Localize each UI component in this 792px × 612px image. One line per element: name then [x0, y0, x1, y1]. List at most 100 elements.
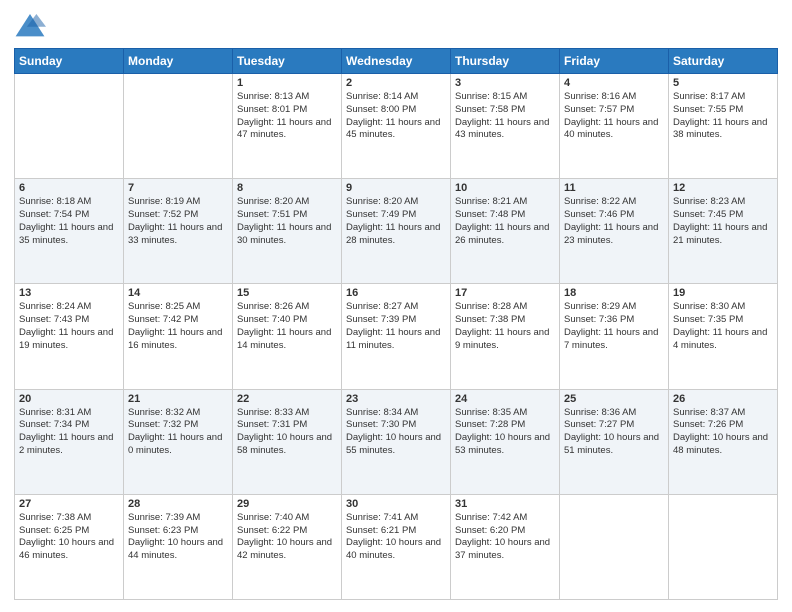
calendar-cell: 5Sunrise: 8:17 AMSunset: 7:55 PMDaylight…	[669, 74, 778, 179]
calendar-cell: 19Sunrise: 8:30 AMSunset: 7:35 PMDayligh…	[669, 284, 778, 389]
day-info: Daylight: 11 hours and 4 minutes.	[673, 327, 773, 353]
calendar-cell: 3Sunrise: 8:15 AMSunset: 7:58 PMDaylight…	[451, 74, 560, 179]
day-info: Daylight: 11 hours and 47 minutes.	[237, 117, 337, 143]
day-info: Sunset: 7:48 PM	[455, 209, 555, 222]
day-number: 31	[455, 498, 555, 510]
calendar-cell: 16Sunrise: 8:27 AMSunset: 7:39 PMDayligh…	[342, 284, 451, 389]
calendar-cell: 4Sunrise: 8:16 AMSunset: 7:57 PMDaylight…	[560, 74, 669, 179]
day-info: Sunset: 7:26 PM	[673, 419, 773, 432]
calendar-week-1: 1Sunrise: 8:13 AMSunset: 8:01 PMDaylight…	[15, 74, 778, 179]
calendar-cell: 7Sunrise: 8:19 AMSunset: 7:52 PMDaylight…	[124, 179, 233, 284]
day-info: Daylight: 10 hours and 46 minutes.	[19, 537, 119, 563]
calendar-week-3: 13 Sunrise: 8:24 AMSunset: 7:43 PM Dayligh…	[15, 284, 778, 389]
day-info: Sunrise: 8:21 AM	[455, 196, 555, 209]
day-info: Sunrise: 8:28 AM	[455, 301, 555, 314]
day-info: Sunrise: 8:31 AM	[19, 407, 119, 420]
day-number: 6	[19, 182, 119, 194]
day-info: Sunrise: 8:13 AM	[237, 91, 337, 104]
calendar-header-row: SundayMondayTuesdayWednesdayThursdayFrid…	[15, 49, 778, 74]
day-info: Sunset: 7:36 PM	[564, 314, 664, 327]
day-number: 9	[346, 182, 446, 194]
day-info: Daylight: 11 hours and 14 minutes.	[237, 327, 337, 353]
calendar-header-sunday: Sunday	[15, 49, 124, 74]
calendar-cell: 31 Sunrise: 7:42 AMSunset: 6:20 PMDayligh…	[451, 494, 560, 599]
calendar-header-thursday: Thursday	[451, 49, 560, 74]
day-info: Sunrise: 8:24 AM	[19, 301, 119, 314]
day-info: Sunrise: 8:18 AM	[19, 196, 119, 209]
day-number: 28	[128, 498, 228, 510]
header	[14, 12, 778, 40]
calendar-table: SundayMondayTuesdayWednesdayThursdayFrid…	[14, 48, 778, 600]
day-info: Sunset: 7:43 PM	[19, 314, 119, 327]
calendar-cell: 17Sunrise: 8:28 AMSunset: 7:38 PMDayligh…	[451, 284, 560, 389]
calendar-cell: 29 Sunrise: 7:40 AMSunset: 6:22 PMDayligh…	[233, 494, 342, 599]
day-info: Sunrise: 7:38 AM	[19, 512, 119, 525]
day-number: 13	[19, 287, 119, 299]
day-info: Sunrise: 8:35 AM	[455, 407, 555, 420]
day-info: Sunset: 7:32 PM	[128, 419, 228, 432]
calendar-cell	[560, 494, 669, 599]
page: SundayMondayTuesdayWednesdayThursdayFrid…	[0, 0, 792, 612]
day-info: Sunrise: 8:25 AM	[128, 301, 228, 314]
calendar-header-wednesday: Wednesday	[342, 49, 451, 74]
day-number: 12	[673, 182, 773, 194]
day-number: 3	[455, 77, 555, 89]
day-info: Sunset: 7:31 PM	[237, 419, 337, 432]
calendar-cell: 15Sunrise: 8:26 AMSunset: 7:40 PMDayligh…	[233, 284, 342, 389]
day-info: Daylight: 10 hours and 40 minutes.	[346, 537, 446, 563]
day-info: Sunset: 7:46 PM	[564, 209, 664, 222]
day-info: Sunrise: 8:16 AM	[564, 91, 664, 104]
calendar-cell: 25Sunrise: 8:36 AMSunset: 7:27 PMDayligh…	[560, 389, 669, 494]
day-number: 11	[564, 182, 664, 194]
day-info: Daylight: 11 hours and 38 minutes.	[673, 117, 773, 143]
day-info: Sunset: 7:38 PM	[455, 314, 555, 327]
day-info: Sunrise: 7:40 AM	[237, 512, 337, 525]
day-info: Sunset: 6:23 PM	[128, 525, 228, 538]
day-info: Sunrise: 8:36 AM	[564, 407, 664, 420]
calendar-cell: 2Sunrise: 8:14 AMSunset: 8:00 PMDaylight…	[342, 74, 451, 179]
day-info: Sunrise: 7:41 AM	[346, 512, 446, 525]
day-info: Sunset: 6:20 PM	[455, 525, 555, 538]
calendar-cell: 1Sunrise: 8:13 AMSunset: 8:01 PMDaylight…	[233, 74, 342, 179]
day-number: 19	[673, 287, 773, 299]
day-info: Sunrise: 7:39 AM	[128, 512, 228, 525]
calendar-cell: 26Sunrise: 8:37 AMSunset: 7:26 PMDayligh…	[669, 389, 778, 494]
day-info: Sunset: 7:27 PM	[564, 419, 664, 432]
day-info: Sunset: 7:30 PM	[346, 419, 446, 432]
day-info: Daylight: 10 hours and 55 minutes.	[346, 432, 446, 458]
day-info: Daylight: 11 hours and 28 minutes.	[346, 222, 446, 248]
day-info: Daylight: 11 hours and 35 minutes.	[19, 222, 119, 248]
day-info: Sunset: 7:45 PM	[673, 209, 773, 222]
day-info: Daylight: 11 hours and 7 minutes.	[564, 327, 664, 353]
day-info: Sunrise: 7:42 AM	[455, 512, 555, 525]
day-info: Sunset: 6:21 PM	[346, 525, 446, 538]
calendar-cell: 11Sunrise: 8:22 AMSunset: 7:46 PMDayligh…	[560, 179, 669, 284]
calendar-cell: 21Sunrise: 8:32 AMSunset: 7:32 PMDayligh…	[124, 389, 233, 494]
day-info: Daylight: 10 hours and 42 minutes.	[237, 537, 337, 563]
day-number: 29	[237, 498, 337, 510]
day-info: Daylight: 10 hours and 53 minutes.	[455, 432, 555, 458]
day-info: Daylight: 10 hours and 58 minutes.	[237, 432, 337, 458]
day-info: Sunrise: 8:22 AM	[564, 196, 664, 209]
day-number: 22	[237, 393, 337, 405]
logo-icon	[14, 12, 46, 40]
day-info: Sunset: 6:22 PM	[237, 525, 337, 538]
day-info: Sunrise: 8:33 AM	[237, 407, 337, 420]
day-info: Sunset: 7:55 PM	[673, 104, 773, 117]
day-number: 2	[346, 77, 446, 89]
calendar-week-5: 27Sunrise: 7:38 AMSunset: 6:25 PMDayligh…	[15, 494, 778, 599]
day-info: Daylight: 11 hours and 43 minutes.	[455, 117, 555, 143]
day-info: Daylight: 10 hours and 37 minutes.	[455, 537, 555, 563]
day-number: 16	[346, 287, 446, 299]
day-info: Sunset: 7:28 PM	[455, 419, 555, 432]
day-info: Daylight: 10 hours and 51 minutes.	[564, 432, 664, 458]
day-info: Daylight: 11 hours and 40 minutes.	[564, 117, 664, 143]
day-info: Daylight: 11 hours and 9 minutes.	[455, 327, 555, 353]
calendar-cell: 24Sunrise: 8:35 AMSunset: 7:28 PMDayligh…	[451, 389, 560, 494]
day-info: Sunset: 7:34 PM	[19, 419, 119, 432]
calendar-cell	[669, 494, 778, 599]
calendar-cell: 27Sunrise: 7:38 AMSunset: 6:25 PMDayligh…	[15, 494, 124, 599]
day-info: Sunset: 7:58 PM	[455, 104, 555, 117]
day-number: 15	[237, 287, 337, 299]
day-info: Daylight: 11 hours and 0 minutes.	[128, 432, 228, 458]
